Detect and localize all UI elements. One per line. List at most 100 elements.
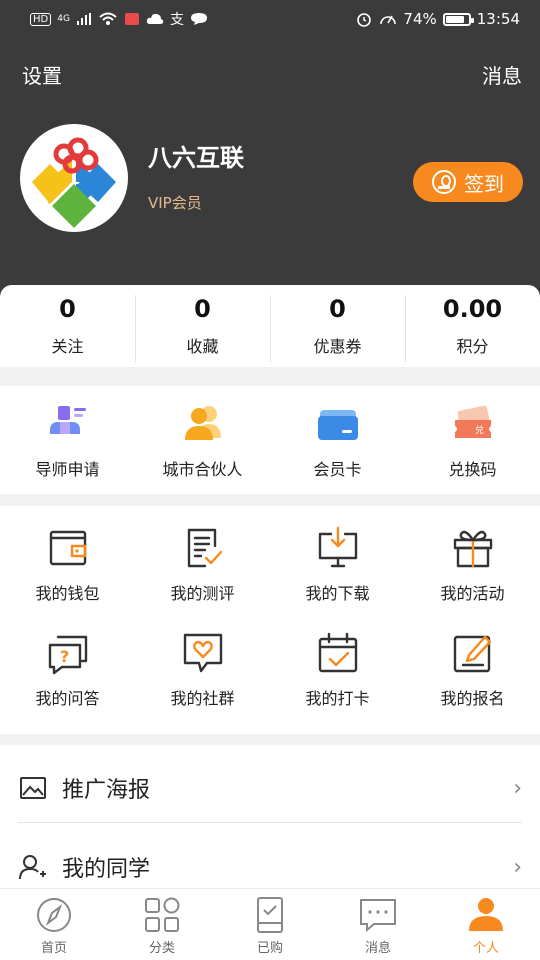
stat-value: 0.00 bbox=[442, 295, 503, 323]
speed-icon bbox=[380, 15, 397, 25]
battery-percent: 74% bbox=[403, 10, 437, 28]
stat-label: 优惠券 bbox=[313, 337, 362, 356]
hd-badge: HD bbox=[30, 12, 52, 26]
stat-label: 积分 bbox=[456, 337, 489, 356]
service-qa[interactable]: ? 我的问答 bbox=[0, 629, 135, 733]
service-label: 我的社群 bbox=[170, 689, 235, 708]
gift-icon bbox=[453, 530, 492, 568]
partner-icon bbox=[184, 406, 221, 440]
community-icon bbox=[183, 633, 222, 673]
list-label: 推广海报 bbox=[62, 778, 151, 803]
checkin-label: 签到 bbox=[464, 171, 504, 196]
stat-value: 0 bbox=[194, 295, 211, 323]
clock: 13:54 bbox=[476, 10, 520, 28]
signal-icon bbox=[76, 13, 91, 25]
tab-category[interactable]: 分类 bbox=[108, 889, 216, 960]
alipay-icon: 支 bbox=[169, 12, 184, 28]
signup-edit-icon bbox=[453, 635, 491, 673]
message-bubble-icon bbox=[190, 13, 207, 25]
chat-icon bbox=[360, 899, 396, 933]
service-label: 我的测评 bbox=[170, 584, 235, 603]
stat-value: 0 bbox=[329, 295, 346, 323]
service-download[interactable]: 我的下载 bbox=[270, 524, 405, 628]
username: 八六互联 bbox=[148, 144, 244, 172]
service-signup[interactable]: 我的报名 bbox=[405, 629, 540, 733]
feature-row: 导师申请 城市合伙人 会员卡 兑 兑换码 bbox=[0, 386, 540, 494]
logo-icon bbox=[32, 137, 116, 228]
service-label: 我的问答 bbox=[35, 689, 100, 708]
feature-city-partner[interactable]: 城市合伙人 bbox=[135, 400, 270, 494]
service-label: 我的活动 bbox=[440, 584, 505, 603]
person-icon bbox=[469, 898, 503, 931]
service-assessment[interactable]: 我的测评 bbox=[135, 524, 270, 628]
stats-bar: 0 关注 0 收藏 0 优惠券 0.00 积分 bbox=[0, 285, 540, 367]
purchased-icon bbox=[257, 897, 283, 933]
wifi-icon bbox=[99, 12, 117, 25]
service-label: 我的打卡 bbox=[305, 689, 370, 708]
poster-image-icon bbox=[20, 777, 46, 799]
list-divider bbox=[18, 822, 522, 823]
tab-profile[interactable]: 个人 bbox=[432, 889, 540, 960]
battery-icon bbox=[442, 12, 474, 26]
stat-coupons[interactable]: 0 优惠券 bbox=[270, 285, 405, 367]
checkin-button[interactable]: 签到 bbox=[413, 162, 523, 202]
network-type: 4G bbox=[57, 14, 70, 24]
stat-favorites[interactable]: 0 收藏 bbox=[135, 285, 270, 367]
bottom-tab-bar: 首页 分类 已购 消息 个人 bbox=[0, 888, 540, 960]
list-label: 我的同学 bbox=[62, 857, 151, 882]
add-user-icon bbox=[19, 855, 46, 880]
mentor-icon bbox=[49, 406, 86, 434]
calendar-check-icon bbox=[318, 632, 357, 673]
feature-mentor-apply[interactable]: 导师申请 bbox=[0, 400, 135, 494]
feature-member-card[interactable]: 会员卡 bbox=[270, 400, 405, 494]
qa-icon: ? bbox=[48, 635, 87, 675]
tab-label: 个人 bbox=[472, 941, 499, 956]
tab-label: 已购 bbox=[256, 941, 283, 956]
alarm-icon bbox=[357, 13, 372, 27]
stamp-icon bbox=[432, 170, 456, 194]
service-label: 我的钱包 bbox=[35, 584, 100, 603]
stat-label: 收藏 bbox=[186, 337, 219, 356]
settings-button[interactable]: 设置 bbox=[22, 60, 62, 89]
battery-level-fill bbox=[445, 15, 464, 23]
tab-purchased[interactable]: 已购 bbox=[216, 889, 324, 960]
list-item-poster[interactable]: 推广海报 › bbox=[0, 752, 540, 824]
feature-label: 兑换码 bbox=[448, 460, 497, 479]
tab-messages[interactable]: 消息 bbox=[324, 889, 432, 960]
stat-points[interactable]: 0.00 积分 bbox=[405, 285, 540, 367]
service-activity[interactable]: 我的活动 bbox=[405, 524, 540, 628]
cloud-icon bbox=[146, 13, 164, 24]
member-card-icon bbox=[317, 410, 358, 440]
svg-text:?: ? bbox=[60, 647, 69, 666]
svg-text:兑: 兑 bbox=[475, 424, 484, 436]
service-label: 我的报名 bbox=[440, 689, 505, 708]
chevron-right-icon: › bbox=[513, 775, 522, 801]
service-community[interactable]: 我的社群 bbox=[135, 629, 270, 733]
service-wallet[interactable]: 我的钱包 bbox=[0, 524, 135, 628]
tab-home[interactable]: 首页 bbox=[0, 889, 108, 960]
download-icon bbox=[318, 526, 357, 568]
profile-header: 设置 消息 八六互联 VIP会员 签到 bbox=[0, 38, 540, 300]
member-level: VIP会员 bbox=[148, 194, 202, 212]
chevron-right-icon: › bbox=[513, 854, 522, 880]
compass-icon bbox=[37, 898, 71, 932]
my-services-grid: 我的钱包 我的测评 我的下载 我的活动 ? 我的问答 我的社群 我的打卡 我的报… bbox=[0, 506, 540, 734]
status-bar: HD 4G 支 74% 13:54 bbox=[0, 0, 540, 38]
app-notification-icon bbox=[124, 13, 139, 25]
service-label: 我的下载 bbox=[305, 584, 370, 603]
tab-label: 消息 bbox=[364, 941, 391, 956]
category-grid-icon bbox=[145, 897, 180, 932]
feature-redeem-code[interactable]: 兑 兑换码 bbox=[405, 400, 540, 494]
tab-label: 分类 bbox=[148, 941, 175, 956]
feature-label: 会员卡 bbox=[313, 460, 362, 479]
stat-follow[interactable]: 0 关注 bbox=[0, 285, 135, 367]
tab-label: 首页 bbox=[40, 941, 67, 956]
feature-label: 导师申请 bbox=[35, 460, 100, 479]
stat-value: 0 bbox=[59, 295, 76, 323]
messages-button[interactable]: 消息 bbox=[482, 60, 522, 89]
avatar[interactable] bbox=[20, 124, 128, 232]
stat-label: 关注 bbox=[51, 337, 84, 356]
service-checkin[interactable]: 我的打卡 bbox=[270, 629, 405, 733]
redeem-code-icon: 兑 bbox=[454, 405, 491, 438]
assessment-icon bbox=[187, 528, 222, 568]
